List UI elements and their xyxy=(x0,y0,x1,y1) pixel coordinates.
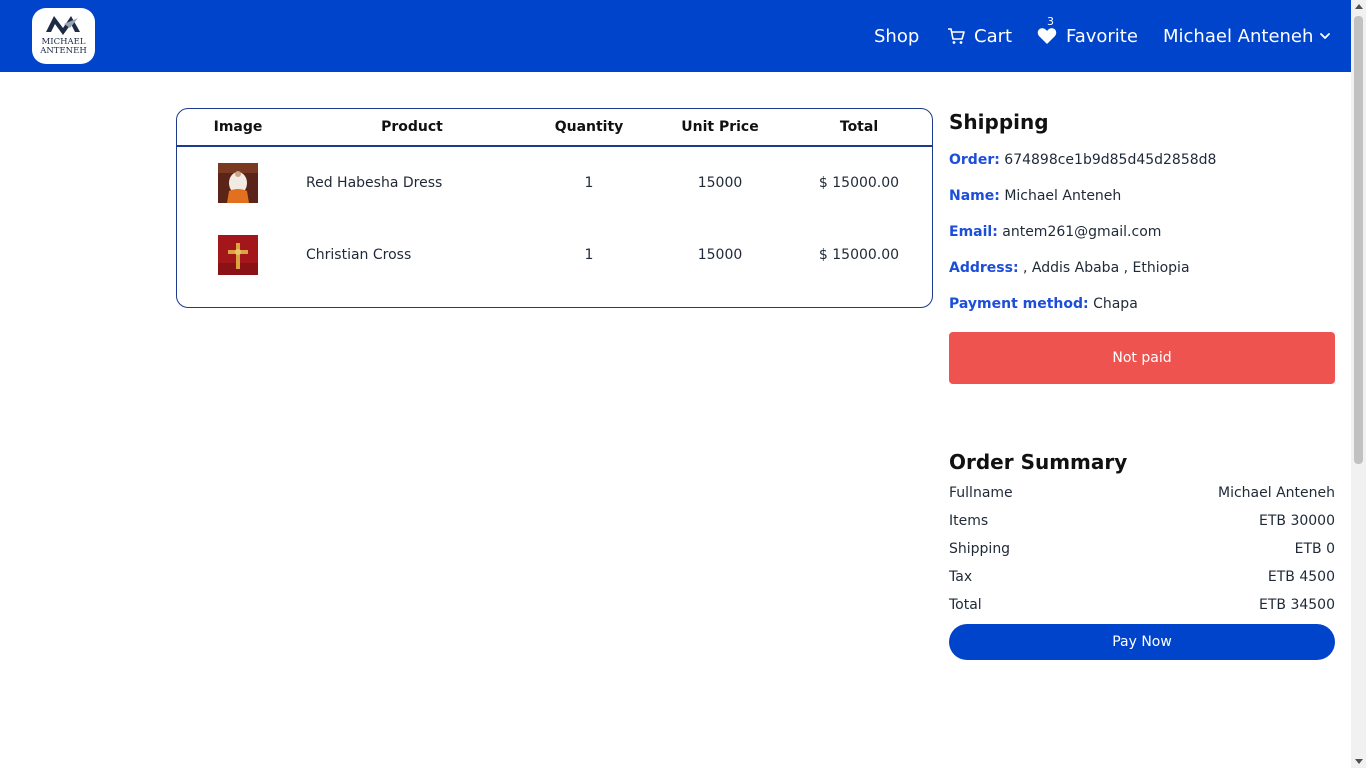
email-line: Email: antem261@gmail.com xyxy=(949,224,1161,240)
scroll-thumb[interactable] xyxy=(1354,16,1363,464)
payment-method-label: Payment method: xyxy=(949,296,1089,312)
scroll-up-arrow-icon[interactable] xyxy=(1355,4,1363,9)
order-summary-title: Order Summary xyxy=(949,450,1128,474)
summary-value: ETB 4500 xyxy=(1267,569,1335,585)
name-line: Name: Michael Anteneh xyxy=(949,188,1121,204)
payment-method-value: Chapa xyxy=(1093,296,1138,312)
header-image: Image xyxy=(213,119,263,135)
header-total: Total xyxy=(839,119,879,135)
summary-value: Michael Anteneh xyxy=(1218,485,1335,501)
address-line: Address: , Addis Ababa , Ethiopia xyxy=(949,260,1190,276)
header-unit-price: Unit Price xyxy=(681,119,759,135)
page-scrollbar[interactable] xyxy=(1351,0,1366,768)
product-name[interactable]: Red Habesha Dress xyxy=(306,163,442,203)
pay-now-label: Pay Now xyxy=(1112,634,1172,650)
email-value: antem261@gmail.com xyxy=(1002,224,1162,240)
summary-row-fullname: Fullname Michael Anteneh xyxy=(949,483,1335,503)
summary-row-shipping: Shipping ETB 0 xyxy=(949,539,1335,559)
svg-text:ANTENEH: ANTENEH xyxy=(39,46,87,56)
address-value: , Addis Ababa , Ethiopia xyxy=(1023,260,1190,276)
pay-now-button[interactable]: Pay Now xyxy=(949,624,1335,660)
payment-method-line: Payment method: Chapa xyxy=(949,296,1138,312)
summary-label: Shipping xyxy=(949,541,1011,557)
summary-label: Tax xyxy=(949,569,973,585)
summary-value: ETB 34500 xyxy=(1259,597,1335,613)
table-row: Christian Cross 1 15000 $ 15000.00 xyxy=(177,219,932,291)
brand-logo[interactable]: MICHAEL ANTENEH xyxy=(32,8,95,64)
cart-icon xyxy=(948,28,965,44)
product-total: $ 15000.00 xyxy=(818,247,900,263)
name-label: Name: xyxy=(949,188,1000,204)
favorite-count-badge: 3 xyxy=(1047,15,1054,28)
table-row: Red Habesha Dress 1 15000 $ 15000.00 xyxy=(177,147,932,219)
product-unit-price: 15000 xyxy=(697,247,743,263)
table-header: Image Product Quantity Unit Price Total xyxy=(177,109,932,147)
address-label: Address: xyxy=(949,260,1019,276)
order-label: Order: xyxy=(949,152,1000,168)
chevron-down-icon xyxy=(1320,33,1331,39)
summary-label: Fullname xyxy=(949,485,1013,501)
nav-cart-link[interactable]: Cart xyxy=(947,0,1012,72)
summary-label: Total xyxy=(949,597,982,613)
payment-status-banner: Not paid xyxy=(949,332,1335,384)
order-items-table: Image Product Quantity Unit Price Total … xyxy=(176,108,933,308)
summary-row-items: Items ETB 30000 xyxy=(949,511,1335,531)
shipping-panel: Shipping Order: 674898ce1b9d85d45d2858d8… xyxy=(949,108,1335,312)
cross-thumbnail-icon xyxy=(218,235,258,275)
product-quantity: 1 xyxy=(584,247,594,263)
user-name-label: Michael Anteneh xyxy=(1163,25,1314,47)
summary-label: Items xyxy=(949,513,989,529)
user-menu-toggle[interactable]: Michael Anteneh xyxy=(1163,0,1331,72)
heart-icon xyxy=(1037,28,1057,44)
product-image[interactable] xyxy=(218,235,258,275)
summary-row-total: Total ETB 34500 xyxy=(949,595,1335,615)
scroll-down-arrow-icon[interactable] xyxy=(1355,759,1363,764)
header-product: Product xyxy=(381,119,443,135)
product-quantity: 1 xyxy=(584,175,594,191)
shipping-title: Shipping xyxy=(949,110,1049,134)
summary-row-tax: Tax ETB 4500 xyxy=(949,567,1335,587)
name-value: Michael Anteneh xyxy=(1004,188,1122,204)
logo-mark-icon: MICHAEL ANTENEH xyxy=(39,16,87,56)
nav-favorite-link[interactable]: 3 Favorite xyxy=(1037,0,1138,72)
order-id-value: 674898ce1b9d85d45d2858d8 xyxy=(1004,152,1217,168)
product-image[interactable] xyxy=(218,163,258,203)
header-quantity: Quantity xyxy=(554,119,624,135)
email-label: Email: xyxy=(949,224,998,240)
navbar: MICHAEL ANTENEH Shop Cart 3 Favorite Mic… xyxy=(0,0,1351,72)
product-unit-price: 15000 xyxy=(697,175,743,191)
payment-status-label: Not paid xyxy=(1112,350,1172,366)
product-total: $ 15000.00 xyxy=(818,175,900,191)
dress-thumbnail-icon xyxy=(218,163,258,203)
nav-shop-link[interactable]: Shop xyxy=(874,0,919,72)
nav-shop-label: Shop xyxy=(874,25,920,47)
nav-favorite-label: Favorite xyxy=(1066,25,1138,47)
nav-cart-label: Cart xyxy=(974,25,1013,47)
summary-value: ETB 0 xyxy=(1294,541,1335,557)
summary-value: ETB 30000 xyxy=(1259,513,1335,529)
order-id-line: Order: 674898ce1b9d85d45d2858d8 xyxy=(949,152,1216,168)
product-name[interactable]: Christian Cross xyxy=(306,235,411,275)
